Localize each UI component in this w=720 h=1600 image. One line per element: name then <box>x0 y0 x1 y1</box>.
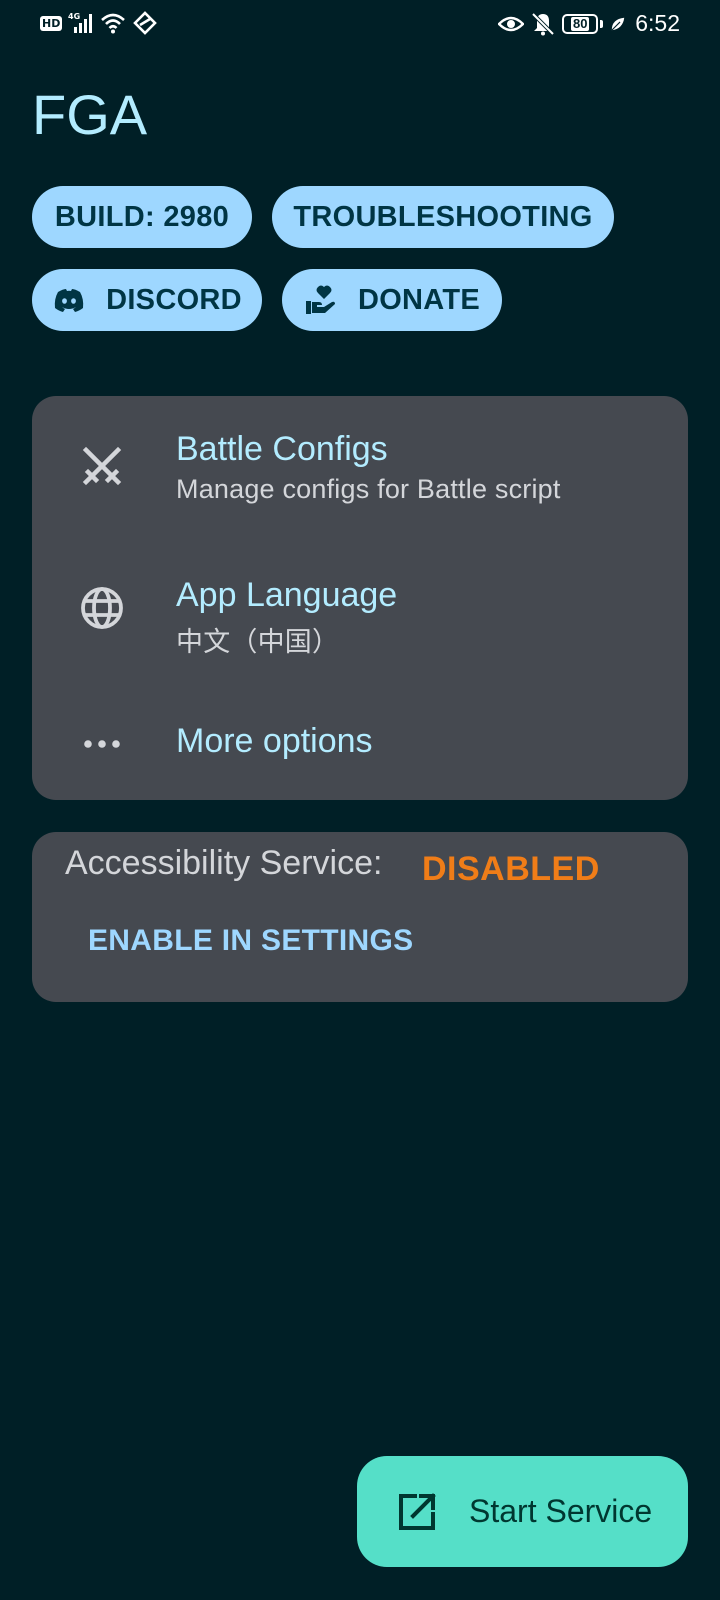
build-chip[interactable]: BUILD: 2980 <box>32 186 252 248</box>
accessibility-label: Accessibility Service: <box>65 844 383 882</box>
menu-item-battle-configs[interactable]: Battle Configs Manage configs for Battle… <box>32 396 688 542</box>
start-service-label: Start Service <box>469 1493 653 1529</box>
status-bar-left: HD 4G <box>40 10 158 36</box>
troubleshooting-chip[interactable]: TROUBLESHOOTING <box>272 186 614 248</box>
accessibility-status-badge: DISABLED <box>422 850 600 888</box>
menu-item-label: App Language <box>176 576 398 614</box>
discord-chip[interactable]: DISCORD <box>32 269 262 331</box>
discord-chip-label: DISCORD <box>106 283 242 316</box>
menu-item-app-language[interactable]: App Language 中文（中国） <box>32 542 688 688</box>
signal-icon: 4G <box>68 12 93 33</box>
bell-off-icon <box>531 12 555 35</box>
more-horiz-icon <box>84 740 120 748</box>
status-bar: HD 4G 80 6:52 <box>0 0 720 48</box>
hd-icon: HD <box>40 15 63 31</box>
menu-item-subtitle: Manage configs for Battle script <box>176 474 561 504</box>
battery-nub <box>600 19 604 28</box>
leaf-icon <box>611 17 625 31</box>
accessibility-card: Accessibility Service: DISABLED ENABLE I… <box>32 832 688 1002</box>
battery-icon: 80 <box>562 13 599 34</box>
donate-chip[interactable]: DONATE <box>282 269 502 331</box>
start-service-button[interactable]: Start Service <box>357 1456 688 1567</box>
open-external-icon <box>399 1492 436 1530</box>
donate-chip-label: DONATE <box>357 283 481 316</box>
donate-hand-heart-icon <box>305 285 335 314</box>
enable-in-settings-button[interactable]: ENABLE IN SETTINGS <box>88 924 413 958</box>
eye-icon <box>498 16 525 31</box>
status-bar-right: 80 6:52 <box>498 10 680 37</box>
data-saver-icon <box>133 11 158 35</box>
globe-icon <box>81 587 123 629</box>
menu-item-label: Battle Configs <box>176 430 388 468</box>
menu-item-more-options[interactable]: More options <box>32 688 688 800</box>
clock: 6:52 <box>635 10 680 36</box>
troubleshooting-chip-label: TROUBLESHOOTING <box>293 200 593 233</box>
page-title: FGA <box>32 83 148 146</box>
wifi-icon <box>101 13 126 34</box>
crossed-swords-icon <box>82 446 122 486</box>
menu-item-label: More options <box>176 722 373 760</box>
svg-text:4G: 4G <box>68 12 80 21</box>
discord-icon <box>54 289 84 312</box>
menu-card: Battle Configs Manage configs for Battle… <box>32 396 688 800</box>
build-chip-label: BUILD: 2980 <box>54 200 230 233</box>
battery-level: 80 <box>571 15 590 31</box>
menu-item-subtitle: 中文（中国） <box>176 627 340 658</box>
